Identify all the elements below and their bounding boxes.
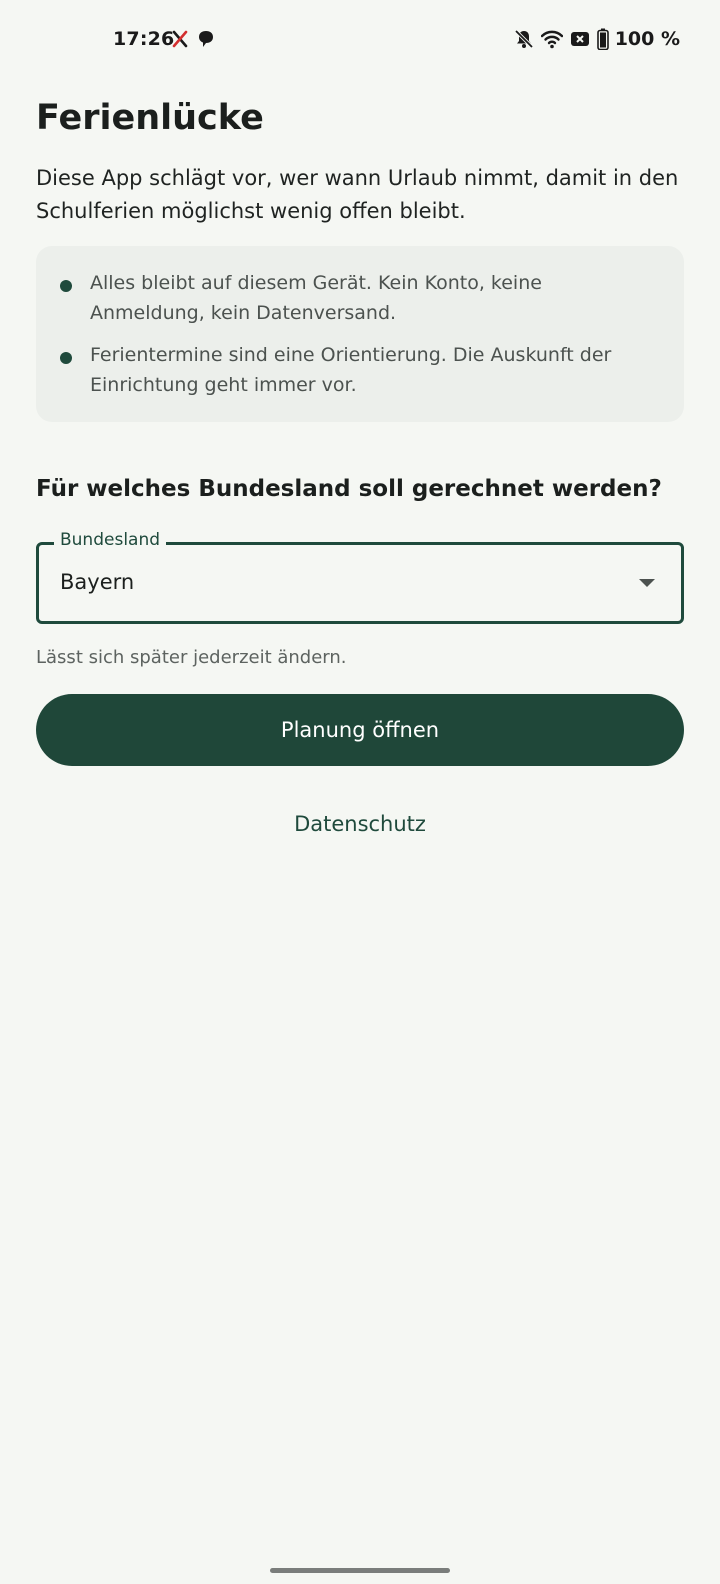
state-select-field: Bayern Bundesland	[36, 529, 684, 624]
notice-text: Alles bleibt auf diesem Gerät. Kein Kont…	[90, 272, 542, 324]
bell-off-icon	[513, 28, 535, 50]
helper-text: Lässt sich später jederzeit ändern.	[36, 647, 347, 668]
page-title: Ferienlücke	[36, 98, 264, 138]
open-planning-button[interactable]: Planung öffnen	[36, 694, 684, 766]
onboarding-screen: Ferienlücke Diese App schlägt vor, wer w…	[36, 96, 684, 836]
bullet-icon	[60, 352, 72, 364]
status-indicators: 100 %	[513, 28, 680, 51]
status-bar: 17:26 100 %	[0, 0, 720, 80]
battery-level: 100 %	[614, 28, 680, 50]
notice-item: Ferientermine sind eine Orientierung. Di…	[60, 340, 660, 400]
state-question: Für welches Bundesland soll gerechnet we…	[36, 476, 662, 502]
state-select-value: Bayern	[60, 570, 135, 594]
state-select-label: Bundesland	[54, 529, 167, 551]
no-sim-icon	[569, 28, 591, 50]
bullet-icon	[60, 280, 72, 292]
wifi-icon	[540, 28, 563, 50]
notice-text: Ferientermine sind eine Orientierung. Di…	[90, 344, 612, 396]
dropdown-arrow-icon	[639, 579, 655, 587]
notice-card: Alles bleibt auf diesem Gerät. Kein Kont…	[36, 246, 684, 422]
state-select[interactable]: Bayern	[36, 542, 684, 624]
chat-bubble-icon	[196, 29, 216, 49]
battery-icon	[596, 28, 609, 51]
notice-item: Alles bleibt auf diesem Gerät. Kein Kont…	[60, 268, 660, 328]
privacy-link[interactable]: Datenschutz	[36, 812, 684, 836]
home-indicator[interactable]	[270, 1568, 450, 1573]
x-app-icon	[170, 29, 190, 49]
status-time: 17:26	[113, 28, 175, 50]
intro-text: Diese App schlägt vor, wer wann Urlaub n…	[36, 166, 679, 223]
